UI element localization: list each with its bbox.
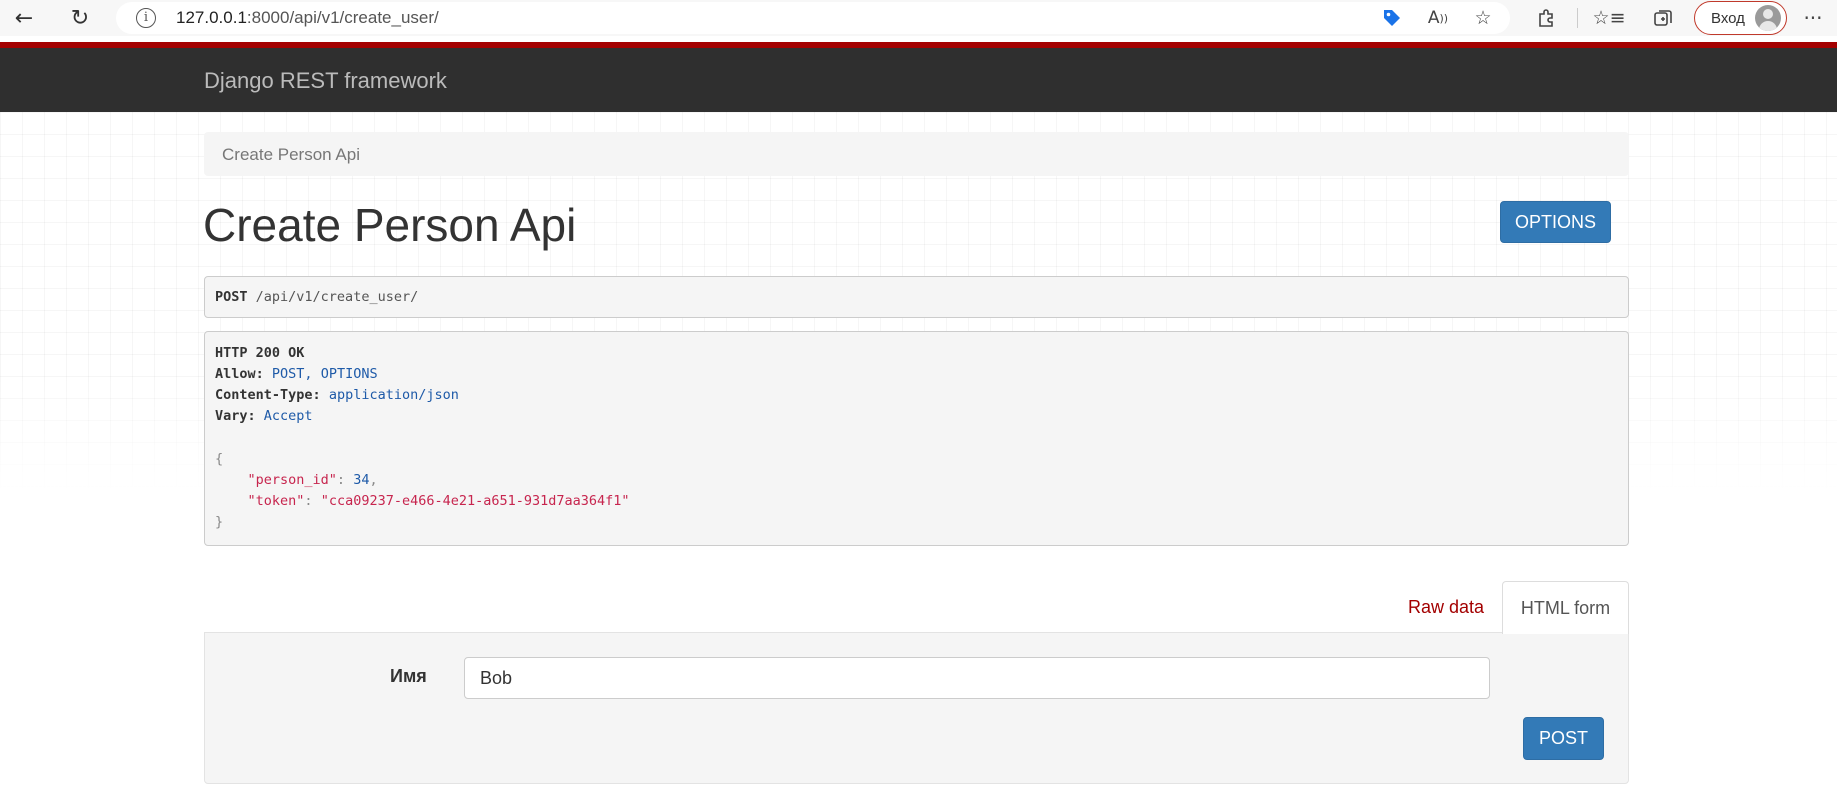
add-favorite-icon[interactable]: ☆: [1470, 6, 1496, 30]
response-header: Content-Type: application/json: [215, 385, 459, 405]
json-open-brace: {: [215, 451, 224, 467]
response-header: Vary: Accept: [215, 406, 313, 426]
extensions-icon[interactable]: [1533, 6, 1559, 30]
tab-raw-data[interactable]: Raw data: [1392, 582, 1500, 632]
login-button[interactable]: Вход: [1694, 1, 1787, 35]
avatar: [1755, 5, 1781, 31]
url-path: :8000/api/v1/create_user/: [246, 8, 439, 27]
json-field-token: "token": "cca09237-e466-4e21-a651-931d7a…: [247, 493, 630, 509]
tag-icon[interactable]: [1379, 6, 1405, 30]
response-header: Allow: POST, OPTIONS: [215, 364, 378, 384]
json-key: "token": [247, 493, 305, 509]
more-icon[interactable]: ···: [1800, 6, 1826, 30]
html-form-panel: [204, 632, 1629, 784]
toolbar-divider: [1577, 8, 1578, 28]
back-icon[interactable]: ←: [8, 4, 40, 32]
json-close-brace: }: [215, 514, 224, 530]
navbar: Django REST framework: [0, 48, 1837, 112]
header-key: Vary:: [215, 408, 256, 424]
login-label: Вход: [1711, 10, 1745, 27]
json-value: 34: [353, 472, 370, 488]
name-input[interactable]: [464, 657, 1490, 699]
json-field-person-id: "person_id": 34,: [247, 472, 378, 488]
post-button[interactable]: POST: [1523, 717, 1604, 760]
info-icon[interactable]: i: [136, 8, 156, 28]
browser-toolbar: ← ↻ i 127.0.0.1:8000/api/v1/create_user/…: [0, 0, 1837, 36]
header-value: Accept: [263, 408, 313, 424]
options-button[interactable]: OPTIONS: [1500, 201, 1611, 243]
json-comma: ,: [369, 472, 378, 488]
navbar-brand[interactable]: Django REST framework: [204, 68, 447, 94]
url-host: 127.0.0.1: [176, 8, 247, 27]
favorites-icon[interactable]: ☆≡: [1593, 6, 1626, 30]
read-aloud-icon[interactable]: A)): [1425, 6, 1451, 30]
page-title: Create Person Api: [203, 199, 577, 251]
breadcrumb: Create Person Api: [204, 132, 1629, 176]
request-method: POST: [215, 289, 248, 305]
json-key: "person_id": [247, 472, 337, 488]
request-info: POST /api/v1/create_user/: [204, 276, 1629, 318]
name-field-label: Имя: [390, 666, 427, 686]
collections-icon[interactable]: [1650, 6, 1676, 30]
header-key: Content-Type:: [215, 387, 321, 403]
response-info: HTTP 200 OK Allow: POST, OPTIONS Content…: [204, 331, 1629, 546]
breadcrumb-item-active: Create Person Api: [222, 145, 360, 164]
response-status: HTTP 200 OK: [215, 345, 305, 361]
tab-html-form[interactable]: HTML form: [1502, 581, 1629, 634]
header-value: POST, OPTIONS: [271, 366, 378, 382]
json-value: "cca09237-e466-4e21-a651-931d7aa364f1": [320, 493, 630, 509]
url-text[interactable]: 127.0.0.1:8000/api/v1/create_user/: [176, 8, 439, 28]
request-path: /api/v1/create_user/: [255, 289, 419, 305]
header-key: Allow:: [215, 366, 264, 382]
reload-icon[interactable]: ↻: [64, 4, 96, 32]
header-value: application/json: [328, 387, 459, 403]
